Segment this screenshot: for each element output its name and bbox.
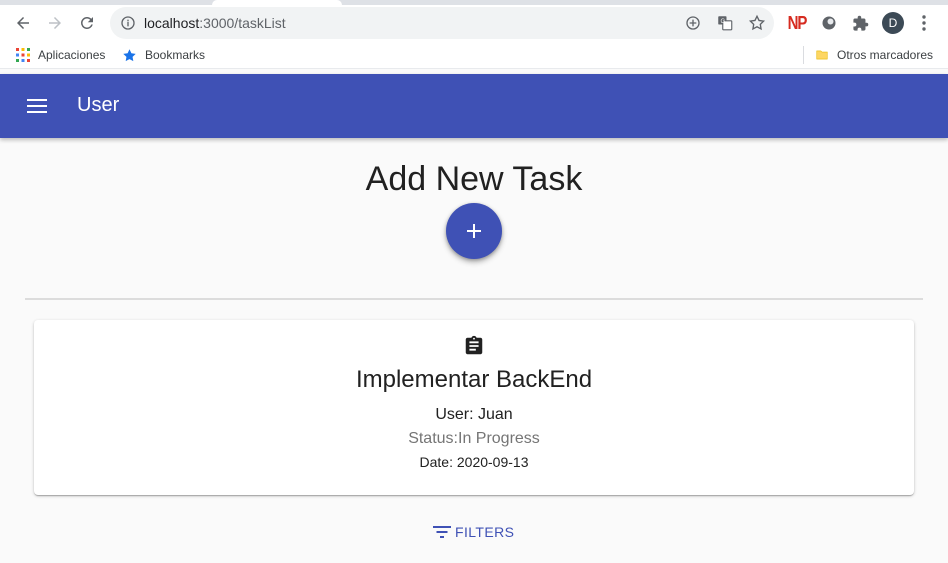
circle-extension-button[interactable]: [818, 12, 840, 34]
filter-list-icon: [433, 526, 451, 538]
avatar: D: [882, 12, 904, 34]
arrow-left-icon: [17, 17, 29, 29]
apps-grid-icon: [16, 48, 30, 62]
folder-icon: [816, 50, 828, 60]
bookmark-bookmarks-label: Bookmarks: [145, 48, 206, 62]
menu-button[interactable]: [22, 94, 52, 118]
profile-button[interactable]: D: [881, 12, 905, 34]
bookmarks-bar: Aplicaciones Bookmarks Otros marcadores: [0, 41, 948, 69]
other-bookmarks-label: Otros marcadores: [837, 48, 934, 62]
translate-button[interactable]: G: [715, 13, 735, 33]
url-host: localhost: [144, 15, 200, 31]
bookmarks-separator: [803, 46, 804, 64]
more-vertical-icon: [922, 15, 926, 31]
divider: [25, 298, 923, 300]
install-app-button[interactable]: [683, 13, 703, 33]
clipboard-icon: [465, 335, 483, 355]
page-title: Add New Task: [365, 160, 583, 198]
translate-icon: G: [718, 16, 733, 31]
star-outline-icon: [748, 14, 766, 31]
star-icon: [123, 48, 136, 61]
task-status: Status:In Progress: [408, 430, 540, 447]
np-extension-button[interactable]: NP: [785, 12, 809, 34]
chrome-menu-button[interactable]: [913, 12, 935, 34]
other-bookmarks[interactable]: Otros marcadores: [815, 46, 933, 64]
extensions-button[interactable]: [849, 12, 871, 34]
task-user: User: Juan: [435, 406, 513, 423]
app-bar-title: User: [77, 94, 120, 116]
bookmark-star-button[interactable]: [747, 13, 767, 33]
reload-icon: [80, 16, 93, 29]
forward-button[interactable]: [41, 9, 69, 37]
svg-text:G: G: [721, 19, 726, 25]
back-button[interactable]: [9, 9, 37, 37]
task-card: Implementar BackEnd User: Juan Status:In…: [34, 320, 914, 495]
filters-label: FILTERS: [455, 524, 515, 540]
puzzle-icon: [852, 15, 868, 31]
task-date: Date: 2020-09-13: [419, 454, 529, 470]
task-title: Implementar BackEnd: [355, 366, 593, 393]
menu-icon: [27, 99, 47, 113]
bookmark-bookmarks[interactable]: Bookmarks: [122, 46, 205, 64]
address-bar[interactable]: localhost:3000/taskList G: [110, 7, 774, 39]
plus-icon: [467, 224, 481, 238]
add-circle-icon: [686, 16, 700, 30]
app-bar: User: [0, 74, 948, 138]
bookmark-apps[interactable]: Aplicaciones: [16, 46, 105, 64]
url-path: :3000/taskList: [199, 15, 286, 31]
np-extension-label: NP: [787, 12, 808, 34]
browser-toolbar: localhost:3000/taskList G NP D: [0, 5, 948, 41]
circle-extension-icon: [822, 16, 836, 30]
url-text: localhost:3000/taskList: [144, 15, 286, 31]
info-icon: [121, 16, 135, 30]
arrow-right-icon: [49, 17, 61, 29]
filters-button[interactable]: FILTERS: [426, 518, 520, 546]
reload-button[interactable]: [73, 9, 101, 37]
bookmark-apps-label: Aplicaciones: [38, 48, 106, 62]
add-task-button[interactable]: [446, 203, 502, 259]
